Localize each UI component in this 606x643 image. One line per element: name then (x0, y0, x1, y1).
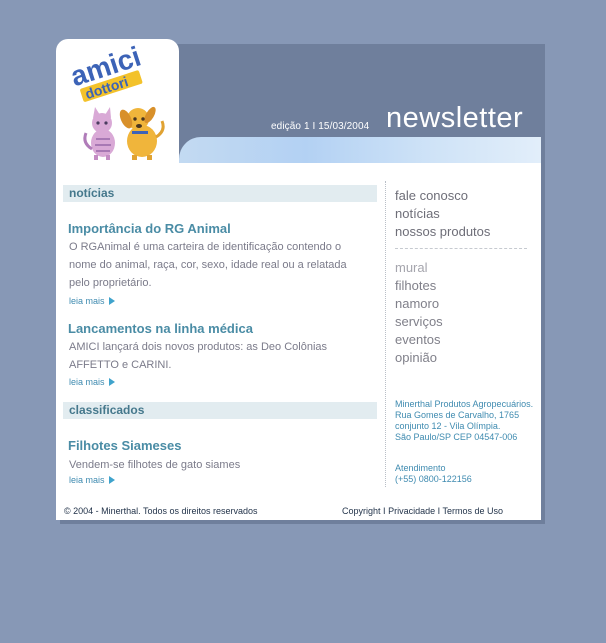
section-header-news: notícias (63, 185, 377, 202)
read-more-link-filhotes[interactable]: leia mais (69, 475, 115, 485)
read-more-link-lancamentos[interactable]: leia mais (69, 377, 115, 387)
sidebar-link-noticias[interactable]: notícias (395, 206, 440, 221)
sidebar-item-opiniao[interactable]: opinião (395, 350, 437, 365)
support-info: Atendimento (+55) 0800-122156 (395, 463, 472, 485)
article-title-lancamentos[interactable]: Lancamentos na linha médica (68, 321, 253, 336)
header-band (179, 137, 541, 164)
footer-link-privacidade[interactable]: Privacidade (388, 506, 435, 516)
read-more-label: leia mais (69, 377, 105, 387)
arrow-right-icon (108, 476, 115, 484)
address-line: Rua Gomes de Carvalho, 1765 (395, 410, 520, 420)
page-title: newsletter (386, 102, 524, 134)
sidebar-section-mural: mural (395, 260, 428, 275)
arrow-right-icon (108, 378, 115, 386)
sidebar-item-eventos[interactable]: eventos (395, 332, 441, 347)
logo-card: amici dottori (56, 39, 179, 179)
section-header-classified: classificados (63, 402, 377, 419)
edition-info: edição 1 I 15/03/2004 (271, 121, 370, 132)
arrow-right-icon (108, 297, 115, 305)
company-address: Minerthal Produtos Agropecuários. Rua Go… (395, 399, 535, 443)
article-title-filhotes[interactable]: Filhotes Siameses (68, 438, 181, 453)
sidebar-separator (395, 248, 527, 249)
footer-separator: I (383, 506, 386, 516)
sidebar-link-fale-conosco[interactable]: fale conosco (395, 188, 468, 203)
footer-copyright: © 2004 - Minerthal. Todos os direitos re… (64, 506, 258, 516)
company-name: Minerthal Produtos Agropecuários. (395, 399, 534, 409)
read-more-label: leia mais (69, 296, 105, 306)
article-body-filhotes: Vendem-se filhotes de gato siames (69, 459, 241, 471)
amici-dottori-logo[interactable]: amici dottori (56, 39, 179, 179)
sidebar-divider (385, 181, 386, 487)
article-title-rg-animal[interactable]: Importância do RG Animal (68, 221, 231, 236)
read-more-label: leia mais (69, 475, 105, 485)
address-line: conjunto 12 - Vila Olímpia. (395, 421, 501, 431)
sidebar-item-filhotes[interactable]: filhotes (395, 278, 436, 293)
dog-illustration (119, 106, 165, 165)
article-body-rg-animal: O RGAnimal é uma carteira de identificaç… (69, 241, 347, 289)
footer-link-termos[interactable]: Termos de Uso (442, 506, 503, 516)
cat-illustration (83, 107, 115, 164)
read-more-link-rg-animal[interactable]: leia mais (69, 296, 115, 306)
sidebar-item-namoro[interactable]: namoro (395, 296, 439, 311)
address-line: São Paulo/SP CEP 04547-006 (395, 432, 518, 442)
sidebar-item-servicos[interactable]: serviços (395, 314, 443, 329)
footer-link-copyright[interactable]: Copyright (342, 506, 381, 516)
article-body-lancamentos: AMICI lançará dois novos produtos: as De… (69, 341, 328, 371)
footer-links: Copyright I Privacidade I Termos de Uso (342, 506, 503, 516)
support-label: Atendimento (395, 463, 446, 473)
footer-separator: I (437, 506, 441, 516)
sidebar-link-nossos-produtos[interactable]: nossos produtos (395, 224, 490, 239)
support-phone[interactable]: (+55) 0800-122156 (395, 474, 472, 485)
